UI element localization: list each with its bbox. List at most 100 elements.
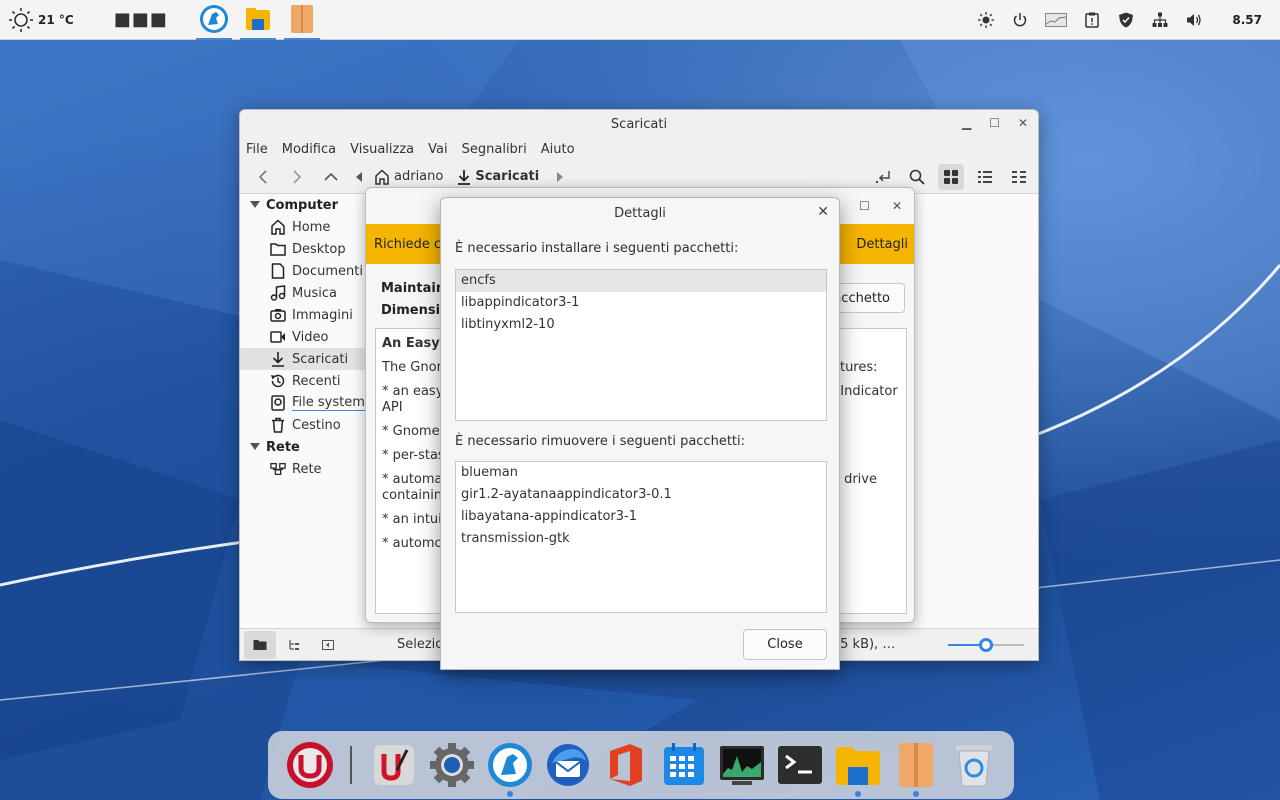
dock-app-trash[interactable]: [948, 739, 1000, 791]
sidebar-item-file-system[interactable]: File system: [240, 392, 366, 414]
dock-app-software-installer[interactable]: [484, 739, 536, 797]
breadcrumb-home-label: adriano: [394, 169, 444, 184]
sidebar-item-video[interactable]: Video: [240, 326, 366, 348]
panel-app-archive[interactable]: [283, 0, 320, 40]
desc-line: * an intuit: [382, 512, 447, 527]
encfs-close-button[interactable]: ✕: [892, 199, 902, 213]
dock-app-ubuntu[interactable]: [284, 739, 336, 791]
sidebar-item-home[interactable]: Home: [240, 216, 366, 238]
power-icon[interactable]: [1010, 10, 1030, 30]
remove-package-list[interactable]: blueman gir1.2-ayatanaappindicator3-0.1 …: [455, 461, 827, 613]
banner-message: Richiede ca: [374, 236, 450, 252]
breadcrumb-current[interactable]: Scaricati: [457, 169, 539, 185]
chevron-up-icon: [324, 172, 338, 181]
running-indicator: [507, 791, 513, 797]
music-icon: [270, 285, 286, 301]
dock-app-terminal[interactable]: [774, 739, 826, 791]
sidebar-section-rete[interactable]: Rete: [240, 436, 366, 458]
zoom-slider-handle[interactable]: [979, 638, 993, 652]
menu-aiuto[interactable]: Aiuto: [541, 142, 575, 157]
dock-app-thunderbird[interactable]: [542, 739, 594, 791]
dock-separator: [350, 746, 352, 784]
list-view-button[interactable]: [972, 164, 998, 190]
back-button[interactable]: [250, 164, 276, 190]
sidebar-item-documenti[interactable]: Documenti: [240, 260, 366, 282]
dock-app-archive-manager[interactable]: [890, 739, 942, 797]
dock-app-system-monitor[interactable]: [716, 739, 768, 791]
forward-button[interactable]: [284, 164, 310, 190]
menu-vai[interactable]: Vai: [428, 142, 447, 157]
menu-visualizza[interactable]: Visualizza: [350, 142, 414, 157]
list-item[interactable]: gir1.2-ayatanaappindicator3-0.1: [456, 484, 826, 506]
dock-app-calendar[interactable]: [658, 739, 710, 791]
clock-label[interactable]: 8.57: [1232, 13, 1262, 27]
maximize-button[interactable]: ☐: [989, 116, 1000, 130]
dialog-title: Dettagli: [614, 205, 666, 221]
network-icon[interactable]: [1150, 10, 1170, 30]
clipboard-icon[interactable]: [1082, 10, 1102, 30]
running-indicator: [913, 791, 919, 797]
panel-app-files[interactable]: [239, 0, 276, 40]
list-item[interactable]: libappindicator3-1: [456, 292, 826, 314]
window-titlebar[interactable]: Scaricati ▁ ☐ ✕: [240, 110, 1038, 138]
sidebar-item-immagini[interactable]: Immagini: [240, 304, 366, 326]
breadcrumb-scroll-right[interactable]: [553, 164, 567, 190]
dock: [268, 731, 1014, 799]
dialog-close-icon[interactable]: ✕: [817, 204, 829, 220]
history-icon: [271, 374, 285, 388]
minimize-button[interactable]: ▁: [962, 116, 971, 130]
sidebar-item-desktop[interactable]: Desktop: [240, 238, 366, 260]
menu-segnalibri[interactable]: Segnalibri: [462, 142, 527, 157]
sidebar-item-musica[interactable]: Musica: [240, 282, 366, 304]
menu-file[interactable]: File: [246, 142, 268, 157]
sidebar-item-cestino[interactable]: Cestino: [240, 414, 366, 436]
list-item[interactable]: libtinyxml2-10: [456, 314, 826, 336]
list-item[interactable]: encfs: [456, 270, 826, 292]
calendar-icon: [664, 743, 704, 785]
system-monitor-icon[interactable]: [1044, 10, 1068, 30]
sidebar-item-recenti[interactable]: Recenti: [240, 370, 366, 392]
up-button[interactable]: [318, 164, 344, 190]
desc-line: API: [382, 400, 403, 415]
tree-view-button[interactable]: [278, 631, 310, 659]
terminal-icon: [778, 746, 822, 784]
dock-app-office[interactable]: [600, 739, 652, 791]
dock-app-files[interactable]: [832, 739, 884, 797]
grid-view-button[interactable]: [938, 164, 964, 190]
zoom-slider[interactable]: [948, 638, 1024, 652]
install-package-list[interactable]: encfs libappindicator3-1 libtinyxml2-10: [455, 269, 827, 421]
status-size-text: ,5 kB), …: [836, 637, 896, 652]
menubar: File Modifica Visualizza Vai Segnalibri …: [240, 138, 1038, 160]
panel-app-software-installer[interactable]: [195, 0, 232, 40]
video-icon: [270, 331, 285, 343]
list-item[interactable]: libayatana-appindicator3-1: [456, 506, 826, 528]
close-button[interactable]: ✕: [1018, 116, 1028, 130]
menu-modifica[interactable]: Modifica: [282, 142, 336, 157]
workspaces-indicator[interactable]: ■■■: [114, 9, 168, 30]
dock-app-unity-tweak[interactable]: [368, 739, 420, 791]
volume-icon[interactable]: [1184, 10, 1204, 30]
dialog-titlebar[interactable]: Dettagli ✕: [441, 198, 839, 228]
close-sidebar-button[interactable]: [312, 631, 344, 659]
chevron-left-icon: [258, 169, 267, 184]
list-item[interactable]: blueman: [456, 462, 826, 484]
compact-view-button[interactable]: [1006, 164, 1032, 190]
dock-app-settings[interactable]: [426, 739, 478, 791]
list-item[interactable]: transmission-gtk: [456, 528, 826, 550]
shield-icon[interactable]: [1116, 10, 1136, 30]
sidebar-section-computer[interactable]: Computer: [240, 194, 366, 216]
camera-icon: [270, 309, 286, 322]
sidebar-item-scaricati[interactable]: Scaricati: [240, 348, 366, 370]
breadcrumb-home[interactable]: adriano: [374, 168, 444, 185]
dialog-close-button[interactable]: Close: [743, 629, 827, 660]
sidebar-item-label: Musica: [292, 285, 337, 301]
folder-icon: [245, 7, 270, 30]
brightness-icon[interactable]: [976, 10, 996, 30]
banner-details-link[interactable]: Dettagli: [856, 237, 908, 252]
sidebar-item-rete[interactable]: Rete: [240, 458, 366, 480]
triangle-right-icon: [557, 171, 564, 182]
encfs-maximize-button[interactable]: ☐: [859, 199, 870, 213]
sidebar-toggle-button[interactable]: [244, 630, 276, 659]
weather-widget[interactable]: 21 °C: [8, 7, 74, 33]
breadcrumb-scroll-left[interactable]: [352, 164, 366, 190]
